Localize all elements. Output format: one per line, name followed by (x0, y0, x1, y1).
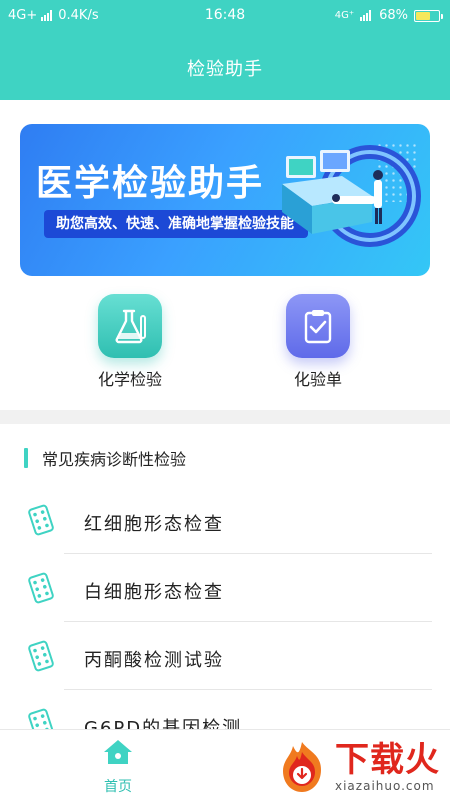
clipboard-icon (286, 294, 350, 358)
category-chemistry[interactable]: 化学检验 (70, 294, 190, 390)
section-accent-bar (24, 448, 28, 468)
banner[interactable]: 医学检验助手 助您高效、快速、准确地掌握检验技能 (20, 124, 430, 276)
app-header: 4G+ 0.4K/s 16:48 4G⁺ 68% 检验助手 (0, 0, 450, 100)
section-title: 常见疾病诊断性检验 (42, 450, 187, 469)
watermark-brand: 下载火 (335, 740, 440, 780)
nav-home-label: 首页 (104, 779, 132, 795)
battery-icon (414, 9, 443, 22)
nav-home[interactable]: 首页 (92, 738, 144, 796)
list-item[interactable]: 丙酮酸检测试验 (0, 622, 450, 690)
pill-pack-icon (28, 572, 54, 604)
home-icon (104, 740, 132, 764)
banner-headline: 医学检验助手 (36, 163, 265, 204)
category-chemistry-label: 化学检验 (97, 370, 162, 389)
flame-logo-icon (283, 742, 321, 792)
pill-pack-icon (28, 640, 54, 672)
list-item-label: 丙酮酸检测试验 (84, 650, 224, 671)
section-header: 常见疾病诊断性检验 (24, 446, 186, 470)
test-list: 红细胞形态检查 白细胞形态检查 丙酮酸检测试验 G6PD的基因检测 (0, 486, 450, 758)
signal-icon-right (360, 10, 372, 21)
list-item-label: 红细胞形态检查 (84, 514, 224, 535)
banner-subline: 助您高效、快速、准确地掌握检验技能 (44, 210, 308, 238)
list-item[interactable]: 红细胞形态检查 (0, 486, 450, 554)
category-lab-report[interactable]: 化验单 (258, 294, 378, 390)
section-divider (0, 410, 450, 424)
watermark: 下载火 xiazaihuo.com (273, 738, 440, 796)
list-item[interactable]: 白细胞形态检查 (0, 554, 450, 622)
watermark-domain: xiazaihuo.com (335, 779, 435, 793)
pill-pack-icon (28, 504, 54, 536)
network-type-right: 4G⁺ (334, 10, 355, 21)
list-item-label: 白细胞形态检查 (84, 582, 224, 603)
lab-illustration (282, 145, 421, 247)
page-title: 检验助手 (187, 59, 263, 80)
category-lab-report-label: 化验单 (293, 370, 342, 389)
status-bar: 4G+ 0.4K/s 16:48 4G⁺ 68% (0, 0, 450, 32)
battery-percent: 68% (379, 8, 408, 23)
flask-icon (98, 294, 162, 358)
